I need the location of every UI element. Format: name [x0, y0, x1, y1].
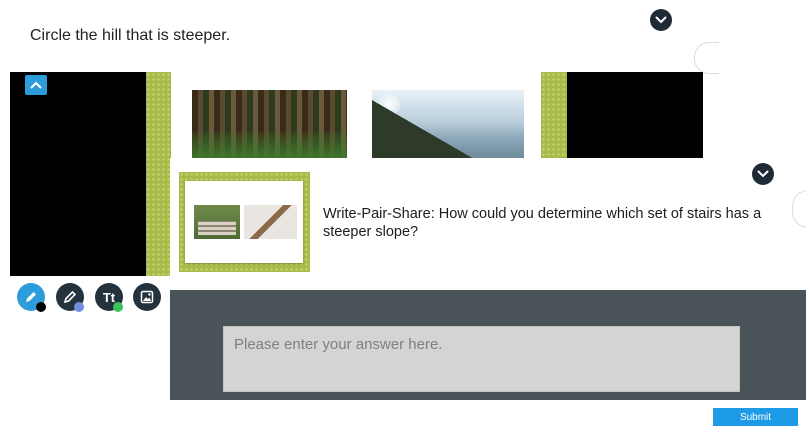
image-tool-button[interactable] [133, 283, 161, 311]
slide-frame-right [541, 72, 567, 162]
highlighter-color-swatch [74, 302, 84, 312]
chevron-down-icon[interactable] [752, 163, 774, 185]
outdoor-stairs-photo [194, 205, 240, 239]
slide-frame-left [146, 72, 171, 276]
text-color-swatch [113, 302, 123, 312]
chevron-up-icon [30, 81, 42, 89]
text-tool-icon: Tt [102, 289, 116, 305]
forest-hill-photo[interactable] [192, 90, 347, 160]
side-tab[interactable] [694, 42, 719, 74]
chevron-down-icon[interactable] [650, 9, 672, 31]
indoor-stairs-photo [244, 205, 297, 239]
collapse-button[interactable] [25, 75, 47, 95]
prompt-text: Circle the hill that is steeper. [30, 27, 231, 44]
answer-input[interactable] [223, 326, 740, 392]
pen-color-swatch [36, 302, 46, 312]
mountain-slope-photo[interactable] [372, 90, 524, 160]
question-text: Write-Pair-Share: How could you determin… [323, 206, 762, 240]
submit-button[interactable]: Submit [713, 408, 798, 426]
mountain-slope [372, 90, 524, 160]
image-icon [140, 290, 154, 304]
highlighter-icon [63, 290, 77, 304]
pencil-icon [26, 292, 36, 302]
